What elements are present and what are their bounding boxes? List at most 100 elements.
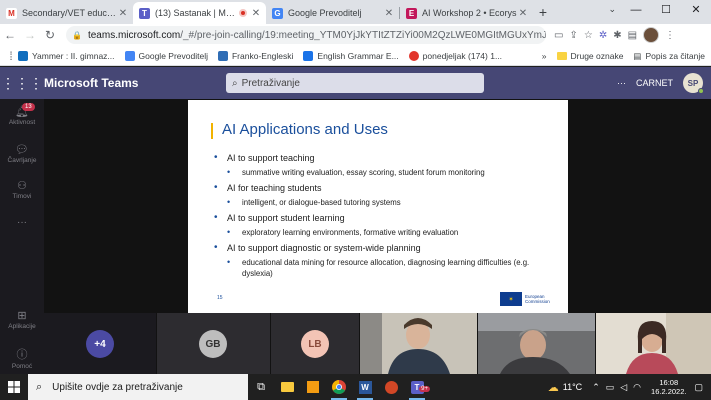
extension-icon[interactable]: ✲ — [599, 30, 607, 41]
task-view-icon[interactable]: ⧉ — [248, 374, 274, 400]
bookmark-label: ponedjeljak (174) 1... — [422, 50, 503, 61]
bookmark-english-grammar[interactable]: English Grammar E... — [303, 50, 399, 61]
close-tab-icon[interactable]: ✕ — [517, 8, 529, 19]
address-bar[interactable]: 🔒 teams.microsoft.com/_#/pre-join-callin… — [66, 26, 546, 44]
apps-grid-icon[interactable]: ⁞ — [4, 49, 18, 63]
rail-item-help[interactable]: ⓘ Pomoć — [0, 346, 44, 370]
word-icon[interactable]: W — [352, 374, 378, 400]
participant-tile-gb[interactable]: GB — [157, 313, 270, 374]
weather-temp[interactable]: 11°C — [563, 382, 582, 392]
reload-icon[interactable]: ↻ — [40, 28, 60, 42]
close-tab-icon[interactable]: ✕ — [117, 8, 129, 19]
new-tab-button[interactable]: + — [533, 4, 553, 20]
sub-bullet: intelligent, or dialogue-based tutoring … — [227, 197, 554, 208]
more-options-button[interactable]: ··· — [617, 78, 626, 88]
eu-flag-icon: ✶ — [500, 292, 522, 306]
bookmark-star-icon[interactable]: ☆ — [584, 30, 593, 41]
teams-icon: ⚇ — [17, 180, 27, 192]
maximize-icon[interactable]: ☐ — [651, 0, 681, 22]
close-window-icon[interactable]: ✕ — [681, 0, 711, 22]
presence-indicator — [698, 88, 704, 94]
close-tab-icon[interactable]: ✕ — [250, 8, 262, 19]
weather-icon[interactable]: ☁︎ — [548, 381, 559, 394]
search-input[interactable]: ⌕ Pretraživanje — [226, 73, 484, 93]
yammer-icon — [18, 50, 28, 61]
bullet: AI to support teaching — [214, 152, 554, 163]
search-icon: ⌕ — [36, 380, 43, 393]
rail-item-apps[interactable]: ⊞ Aplikacije — [0, 309, 44, 330]
volume-icon[interactable]: ◁ — [620, 382, 627, 393]
participant-tile-overflow[interactable]: +4 — [44, 313, 156, 374]
camera-permission-icon[interactable]: ▭ — [554, 30, 563, 41]
bookmark-yammer[interactable]: Yammer : II. gimnaz... — [18, 50, 115, 61]
bookmarks-bar: ⁞ Yammer : II. gimnaz... Google Prevodit… — [0, 46, 711, 66]
teams-icon: T — [139, 7, 150, 19]
taskbar-search-input[interactable]: ⌕ Upišite ovdje za pretraživanje — [28, 374, 248, 400]
slide-title-accent — [211, 123, 213, 139]
more-bookmarks-button[interactable]: » — [542, 51, 547, 61]
share-icon[interactable]: ⇪ — [569, 30, 577, 41]
lock-icon[interactable]: 🔒 — [72, 31, 82, 40]
user-avatar[interactable]: SP — [683, 73, 704, 94]
extensions-puzzle-icon[interactable]: ✱ — [613, 30, 621, 41]
reading-mode-icon[interactable]: ▤ — [628, 30, 637, 41]
notifications-icon[interactable]: ▢ — [694, 382, 703, 393]
minimize-icon[interactable]: — — [621, 0, 651, 22]
sub-bullet: summative writing evaluation, essay scor… — [227, 167, 554, 178]
network-icon[interactable]: ▭ — [606, 382, 615, 393]
bookmark-google-translate[interactable]: Google Prevoditelj — [124, 50, 208, 61]
rail-item-teams[interactable]: ⚇ Timovi — [0, 179, 44, 200]
teams-taskbar-icon[interactable]: T 9+ — [404, 374, 430, 400]
start-button[interactable] — [0, 381, 28, 393]
shared-screen-slide: AI Applications and Uses AI to support t… — [188, 100, 568, 313]
slide-title: AI Applications and Uses — [222, 121, 388, 138]
tray-overflow-icon[interactable]: ⌃ — [592, 382, 600, 393]
tab-gmail[interactable]: M Secondary/VET education ✕ — [0, 2, 133, 24]
chrome-icon[interactable] — [326, 374, 352, 400]
tab-google-translate[interactable]: G Google Prevoditelj ✕ — [266, 2, 399, 24]
reading-list-icon: ▤ — [633, 50, 642, 61]
bookmark-ponedjeljak[interactable]: ponedjeljak (174) 1... — [408, 50, 503, 61]
left-rail: 🔔︎ 13 Aktivnost 💬︎ Čavrljanje ⚇ Timovi ·… — [0, 99, 44, 374]
tab-title: AI Workshop 2 • Ecorys — [422, 8, 517, 18]
close-tab-icon[interactable]: ✕ — [383, 8, 395, 19]
gmail-icon: M — [6, 7, 17, 19]
search-placeholder: Pretraživanje — [241, 77, 300, 89]
tab-search-icon[interactable]: ⌄ — [608, 4, 616, 15]
translate-icon: G — [272, 7, 283, 19]
bullet: AI to support student learning — [214, 212, 554, 223]
video-feed — [596, 313, 711, 374]
rail-item-more[interactable]: ··· — [0, 217, 44, 228]
menu-kebab-icon[interactable]: ⋮ — [665, 30, 675, 41]
wifi-icon[interactable]: ◠ — [633, 382, 641, 393]
rail-label: Timovi — [12, 193, 32, 200]
participant-video-1[interactable] — [360, 313, 477, 374]
app-launcher-icon[interactable]: ⋮⋮⋮ — [0, 75, 44, 92]
tab-title: Secondary/VET education — [22, 8, 117, 18]
forward-icon[interactable]: → — [20, 28, 40, 42]
participant-video-3[interactable] — [596, 313, 711, 374]
tab-ai-workshop[interactable]: E AI Workshop 2 • Ecorys ✕ — [400, 2, 533, 24]
reading-list-button[interactable]: ▤ Popis za čitanje — [633, 51, 705, 62]
back-icon[interactable]: ← — [0, 28, 20, 42]
bookmark-label: English Grammar E... — [317, 50, 399, 61]
header-right: ··· CARNET SP — [617, 67, 704, 99]
participant-tile-lb[interactable]: LB — [271, 313, 359, 374]
browser-tab-strip: M Secondary/VET education ✕ T (13) Sasta… — [0, 0, 711, 24]
org-name[interactable]: CARNET — [636, 78, 673, 88]
more-icon: ··· — [17, 217, 27, 228]
file-explorer-icon[interactable] — [274, 374, 300, 400]
tab-teams-meeting[interactable]: T (13) Sastanak | Microsoft Teams ✕ — [133, 2, 266, 24]
powerpoint-icon[interactable] — [378, 374, 404, 400]
system-clock[interactable]: 16:08 16.2.2022. — [651, 378, 686, 396]
profile-avatar[interactable] — [643, 27, 660, 43]
toolbar-actions: ▭ ⇪ ☆ ✲ ✱ ▤ ⋮ — [554, 27, 675, 43]
bookmark-franko-engleski[interactable]: Franko-Engleski — [217, 50, 293, 61]
participant-video-2[interactable] — [478, 313, 595, 374]
pinterest-icon — [408, 50, 419, 61]
media-player-icon[interactable] — [300, 374, 326, 400]
other-bookmarks-folder[interactable]: Druge oznake — [556, 51, 623, 61]
rail-item-chat[interactable]: 💬︎ Čavrljanje — [0, 143, 44, 164]
tab-title: Google Prevoditelj — [288, 8, 362, 18]
rail-item-activity[interactable]: 🔔︎ 13 Aktivnost — [0, 103, 44, 126]
